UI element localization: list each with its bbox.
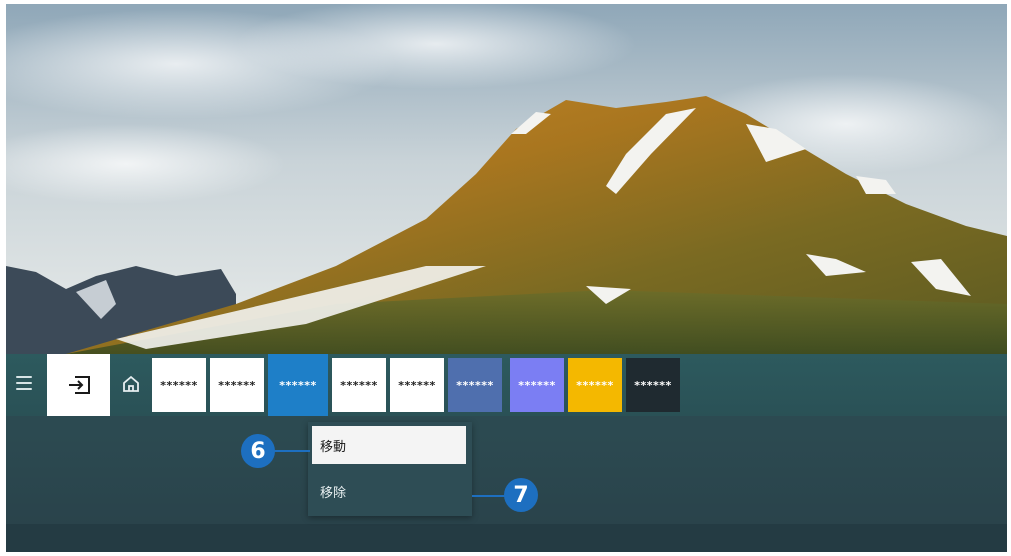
background-landscape-image <box>6 4 1007 354</box>
app-tile-label: ****** <box>160 378 198 392</box>
app-tile[interactable]: ****** <box>626 358 680 412</box>
app-tile-label: ****** <box>340 378 378 392</box>
bottom-panel: ****** ****** ****** ****** ****** *****… <box>6 354 1007 552</box>
source-input-icon <box>68 376 90 394</box>
app-tile[interactable]: ****** <box>332 358 386 412</box>
callout-6-badge: 6 <box>241 434 275 468</box>
app-tile[interactable]: ****** <box>568 358 622 412</box>
app-tile[interactable]: ****** <box>510 358 564 412</box>
callout-7-badge: 7 <box>504 478 538 512</box>
app-tile-label: ****** <box>218 378 256 392</box>
app-tile-label: ****** <box>456 378 494 392</box>
home-icon <box>123 375 139 392</box>
app-tile-label: ****** <box>634 378 672 392</box>
app-tile[interactable]: ****** <box>448 358 502 412</box>
app-tile[interactable]: ****** <box>390 358 444 412</box>
tv-screen: ****** ****** ****** ****** ****** *****… <box>6 4 1007 552</box>
callout-6-line <box>274 450 310 452</box>
remove-menu-item[interactable]: 移除 <box>312 472 466 510</box>
hamburger-menu-icon[interactable] <box>16 376 32 390</box>
app-tile-label: ****** <box>576 378 614 392</box>
smart-hub-bar: ****** ****** ****** ****** ****** *****… <box>6 354 1007 416</box>
app-tile[interactable]: ****** <box>210 358 264 412</box>
app-tile-selected[interactable]: ****** <box>268 354 328 416</box>
callout-7-line <box>472 495 506 497</box>
home-button[interactable] <box>118 371 144 397</box>
app-tile[interactable]: ****** <box>152 358 206 412</box>
app-tile-label: ****** <box>279 378 317 392</box>
bottom-strip <box>6 524 1007 552</box>
app-tile-label: ****** <box>518 378 556 392</box>
context-menu: 移動 移除 <box>308 422 472 516</box>
move-menu-item[interactable]: 移動 <box>312 426 466 464</box>
app-tile-label: ****** <box>398 378 436 392</box>
source-tile[interactable] <box>47 354 110 416</box>
